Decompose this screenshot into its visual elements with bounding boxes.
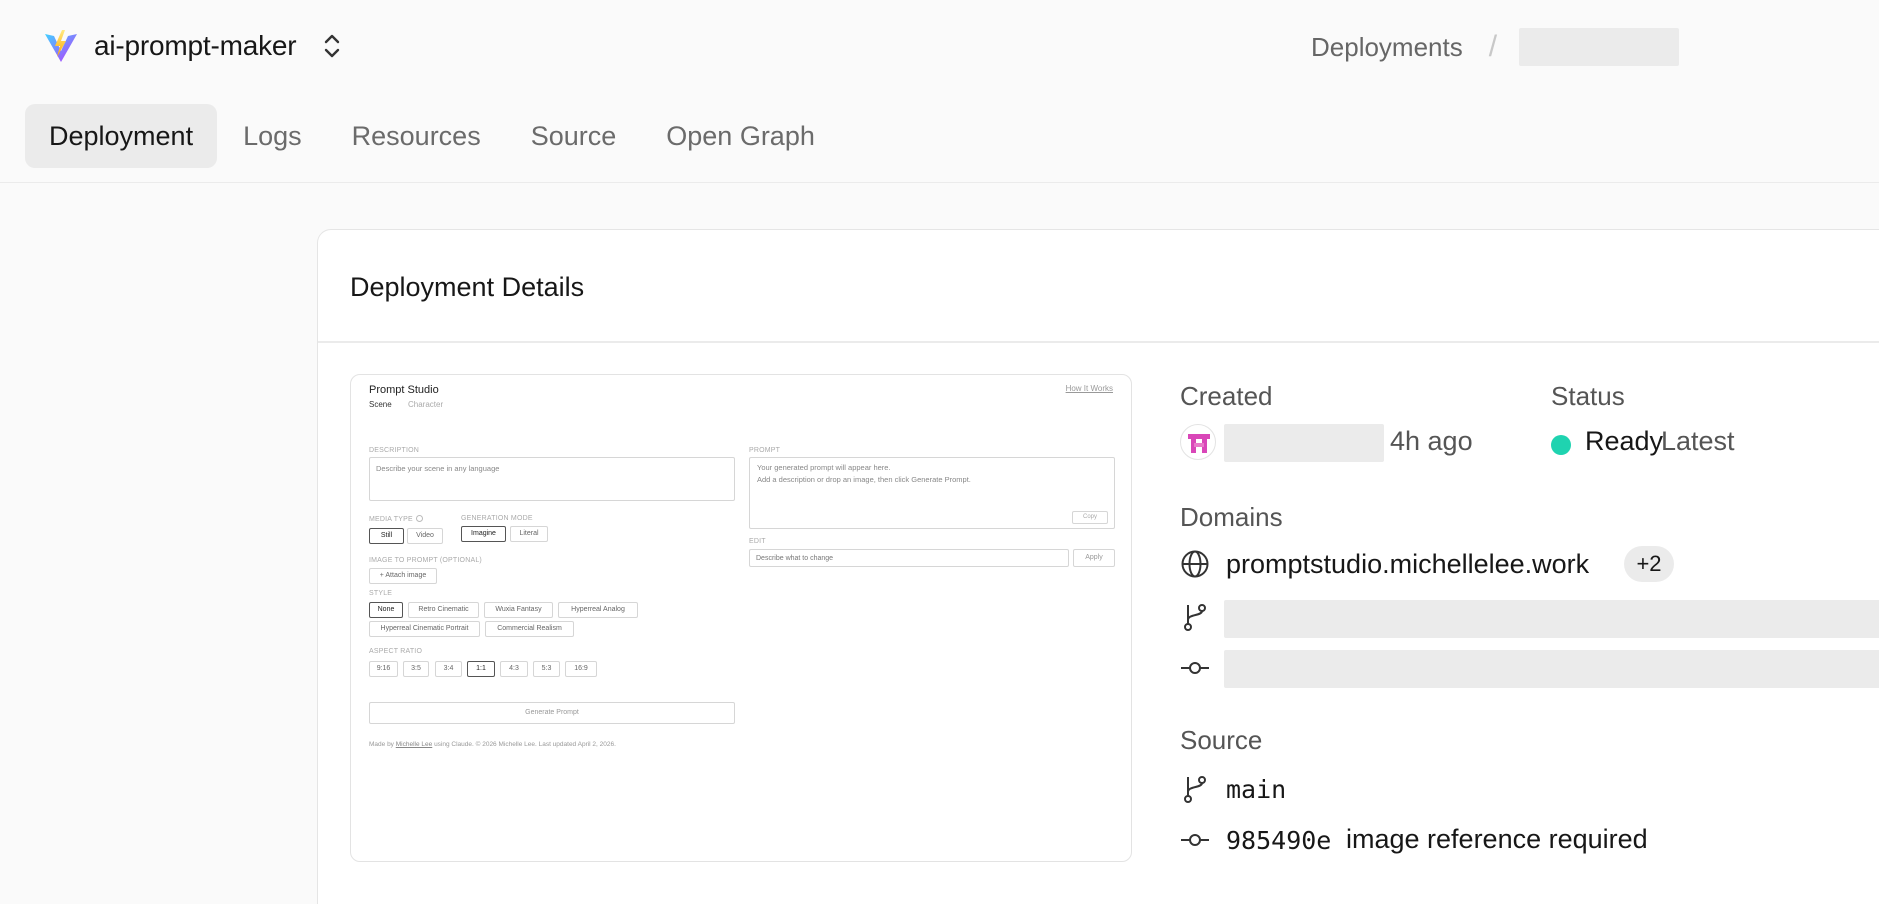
git-commit-icon [1181,834,1209,846]
preview-app-title: Prompt Studio [369,384,439,396]
preview-media-type-label: MEDIA TYPE [369,516,413,523]
preview-aspect-3-4: 3:4 [435,661,462,677]
created-label: Created [1180,381,1273,411]
vite-logo-icon [45,30,77,62]
more-domains-badge[interactable]: +2 [1624,546,1674,582]
preview-chip-still: Still [369,528,404,544]
breadcrumb-deployment-id-redacted[interactable] [1519,28,1680,66]
preview-style-wuxia-fantasy: Wuxia Fantasy [484,602,553,618]
preview-chip-literal: Literal [510,526,548,542]
domains-label: Domains [1180,502,1283,532]
preview-footer-made-by: Made by [369,741,394,748]
status-latest-tag: Latest [1661,426,1735,456]
preview-aspect-4-3: 4:3 [500,661,528,677]
info-icon [416,515,423,522]
breadcrumb-deployments[interactable]: Deployments [1311,32,1463,63]
preview-style-commercial-realism: Commercial Realism [485,621,574,637]
chevron-up-down-icon[interactable] [322,31,342,61]
source-commit-sha[interactable]: 985490e [1226,826,1331,855]
tab-resources[interactable]: Resources [328,104,505,168]
preview-attach-button: + Attach image [369,568,437,584]
source-label: Source [1180,725,1263,755]
author-avatar[interactable] [1180,424,1216,460]
preview-image-prompt-label: IMAGE TO PROMPT (OPTIONAL) [369,557,482,564]
breadcrumb: Deployments / [1311,28,1680,66]
status-ready-dot [1551,435,1571,455]
preview-aspect-1-1: 1:1 [467,661,495,677]
tab-deployment[interactable]: Deployment [25,104,218,168]
preview-tab-character: Character [408,400,444,409]
preview-footer-rest: using Claude. © 2026 Michelle Lee. Last … [434,741,616,748]
preview-style-label: STYLE [369,590,393,597]
preview-style-hyperreal-portrait: Hyperreal Cinematic Portrait [369,621,480,637]
preview-chip-imagine: Imagine [461,526,506,542]
tab-source[interactable]: Source [507,104,641,168]
globe-icon [1181,550,1209,578]
preview-style-hyperreal-analog: Hyperreal Analog [558,602,638,618]
preview-style-retro-cinematic: Retro Cinematic [408,602,479,618]
author-name-redacted [1224,424,1384,462]
preview-aspect-9-16: 9:16 [369,661,398,677]
preview-prompt-placeholder-2: Add a description or drop an image, then… [757,475,971,484]
preview-prompt-label: PROMPT [749,447,781,454]
tab-logs[interactable]: Logs [219,104,326,168]
preview-copy-button: Copy [1072,511,1108,524]
card-divider [318,341,1879,343]
preview-apply-button: Apply [1073,549,1115,567]
top-bar: ai-prompt-maker Deployments / Deployment… [0,0,1879,168]
preview-aspect-5-3: 5:3 [533,661,560,677]
preview-description-placeholder: Describe your scene in any language [376,464,500,473]
git-branch-icon [1184,776,1206,803]
preview-footer-author: Michelle Lee [395,741,433,748]
preview-tab-scene: Scene [369,400,392,409]
git-branch-icon [1184,604,1206,631]
preview-prompt-box: Your generated prompt will appear here. … [749,457,1115,529]
preview-edit-label: EDIT [749,538,766,545]
tab-open-graph[interactable]: Open Graph [642,104,839,168]
avatar-glyph-icon [1188,434,1210,453]
preview-description-label: DESCRIPTION [369,447,420,454]
preview-generate-button: Generate Prompt [369,702,735,724]
source-commit-message: image reference required [1346,824,1648,854]
card-title: Deployment Details [350,272,585,302]
project-tabs: Deployment Logs Resources Source Open Gr… [25,104,841,168]
git-commit-icon [1181,662,1209,674]
preview-edit-placeholder: Describe what to change [756,555,834,562]
header-divider [0,182,1879,183]
primary-domain-link[interactable]: promptstudio.michellelee.work [1226,549,1589,580]
preview-how-link: How It Works [1065,384,1113,393]
preview-aspect-16-9: 16:9 [565,661,597,677]
preview-aspect-label: ASPECT RATIO [369,648,423,655]
status-label: Status [1551,381,1625,411]
project-name[interactable]: ai-prompt-maker [94,30,297,62]
status-value: Ready [1585,426,1664,456]
deployment-details-card: Deployment Details Prompt Studio How It … [317,229,1879,904]
preview-prompt-placeholder-1: Your generated prompt will appear here. [757,463,891,472]
deployment-preview[interactable]: Prompt Studio How It Works Scene Charact… [350,374,1132,862]
preview-aspect-3-5: 3:5 [403,661,429,677]
breadcrumb-separator: / [1488,30,1498,63]
preview-footer: Made by Michelle Lee using Claude. © 202… [369,741,616,748]
preview-description-box: Describe your scene in any language [369,457,735,501]
commit-url-redacted [1224,650,1879,688]
project-switcher[interactable]: ai-prompt-maker [44,26,342,66]
preview-chip-video: Video [407,528,443,544]
preview-generation-mode-label: GENERATION MODE [461,515,533,522]
created-ago: 4h ago [1390,426,1473,456]
branch-url-redacted [1224,600,1879,638]
preview-edit-box: Describe what to change [749,549,1069,567]
preview-style-none: None [369,602,403,618]
source-branch[interactable]: main [1226,775,1286,804]
